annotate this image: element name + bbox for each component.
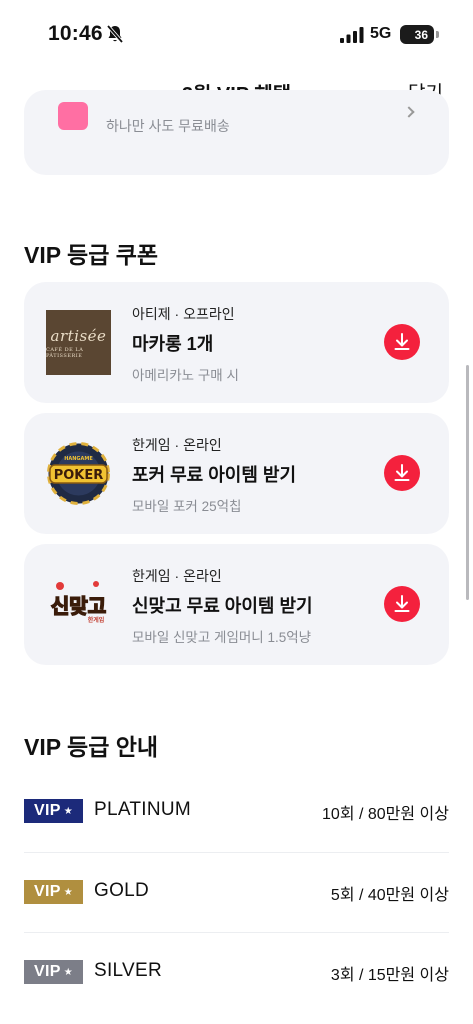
download-coupon-button[interactable] <box>384 586 420 622</box>
battery-level: 36 <box>414 27 428 42</box>
network-label: 5G <box>370 25 392 42</box>
signal-icon <box>340 27 364 43</box>
poker-logo-subtext: HANGAME <box>64 456 93 462</box>
download-icon <box>394 464 410 481</box>
download-coupon-button[interactable] <box>384 324 420 360</box>
coupon-description: 모바일 신맞고 게임머니 1.5억냥 <box>132 630 312 645</box>
coupon-description: 아메리카노 구매 시 <box>132 368 239 383</box>
artisee-logo: artisée CAFÉ DE LA PÂTISSERIE <box>46 310 111 375</box>
grade-requirement: 3회 / 15만원 이상 <box>330 967 449 984</box>
grade-section-title: VIP 등급 안내 <box>24 734 159 760</box>
grade-row-platinum: VIP ★ PLATINUM 10회 / 80만원 이상 <box>24 772 449 852</box>
coupon-card-artisee[interactable]: artisée CAFÉ DE LA PÂTISSERIE 아티제 · 오프라인… <box>24 282 449 403</box>
vip-badge-silver: VIP ★ <box>24 960 83 984</box>
free-shipping-card[interactable]: 하나만 사도 무료배송 <box>24 90 449 175</box>
star-icon: ★ <box>63 805 73 817</box>
coupon-title: 포커 무료 아이템 받기 <box>132 465 297 485</box>
artisee-logo-subtext: CAFÉ DE LA PÂTISSERIE <box>46 346 84 359</box>
coupon-category: 아티제 · 오프라인 <box>132 306 235 322</box>
vip-badge-label: VIP <box>34 883 61 900</box>
artisee-logo-text: artisée <box>50 326 107 345</box>
free-shipping-text: 하나만 사도 무료배송 <box>106 118 230 134</box>
grade-name: GOLD <box>94 880 150 901</box>
poker-logo-text: POKER <box>54 468 104 483</box>
grade-row-silver: VIP ★ SILVER 3회 / 15만원 이상 <box>24 933 449 1013</box>
chevron-right-icon <box>403 106 415 118</box>
battery-icon: 36 <box>400 25 434 44</box>
download-icon <box>394 333 410 350</box>
coupon-description: 모바일 포커 25억칩 <box>132 499 242 514</box>
star-icon: ★ <box>63 966 73 978</box>
shinmatgo-logo: 신맞고 한게임 <box>46 572 111 637</box>
hangame-poker-logo: POKER HANGAME <box>46 441 111 506</box>
bell-off-icon <box>106 24 124 44</box>
coupon-section-title: VIP 등급 쿠폰 <box>24 242 159 268</box>
vip-badge-platinum: VIP ★ <box>24 799 83 823</box>
grade-requirement: 10회 / 80만원 이상 <box>322 806 449 823</box>
coupon-category: 한게임 · 온라인 <box>132 568 222 584</box>
coupon-title: 마카롱 1개 <box>132 334 214 354</box>
download-icon <box>394 595 410 612</box>
coupon-title: 신맞고 무료 아이템 받기 <box>132 596 313 616</box>
coupon-card-shinmatgo[interactable]: 신맞고 한게임 한게임 · 온라인 신맞고 무료 아이템 받기 모바일 신맞고 … <box>24 544 449 665</box>
grade-name: PLATINUM <box>94 799 192 820</box>
status-bar: 10:46 5G 36 <box>0 0 473 70</box>
shinmatgo-logo-subtext: 한게임 <box>88 616 105 624</box>
grade-requirement: 5회 / 40만원 이상 <box>330 887 449 904</box>
vip-badge-gold: VIP ★ <box>24 880 83 904</box>
vip-badge-label: VIP <box>34 963 61 980</box>
battery-cap <box>436 31 439 38</box>
download-coupon-button[interactable] <box>384 455 420 491</box>
product-thumbnail <box>58 102 88 130</box>
shinmatgo-logo-text: 신맞고 <box>51 594 106 618</box>
scrollbar[interactable] <box>466 365 469 600</box>
vip-badge-label: VIP <box>34 802 61 819</box>
grade-name: SILVER <box>94 960 162 981</box>
coupon-category: 한게임 · 온라인 <box>132 437 222 453</box>
grade-row-gold: VIP ★ GOLD 5회 / 40만원 이상 <box>24 853 449 933</box>
star-icon: ★ <box>63 886 73 898</box>
coupon-card-poker[interactable]: POKER HANGAME 한게임 · 온라인 포커 무료 아이템 받기 모바일… <box>24 413 449 534</box>
status-time: 10:46 <box>48 22 103 45</box>
